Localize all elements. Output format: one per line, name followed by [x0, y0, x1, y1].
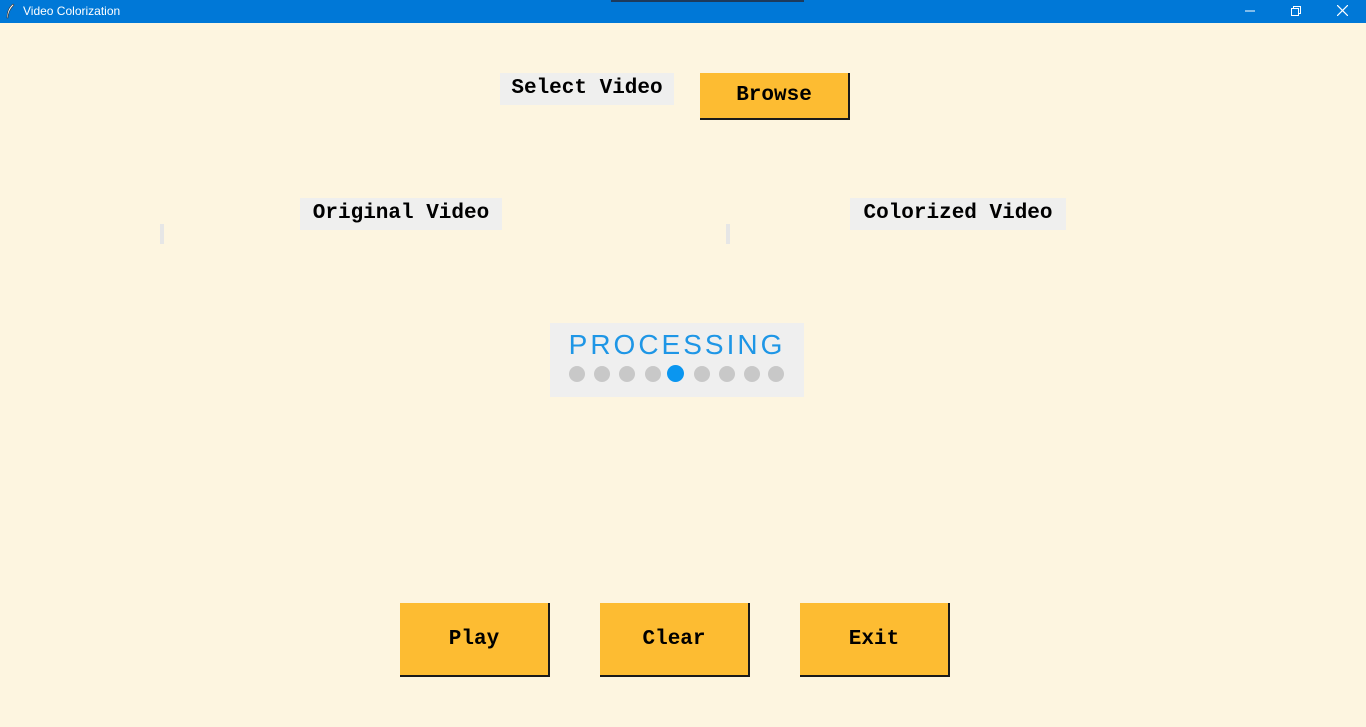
progress-dot [744, 366, 760, 382]
minimize-button[interactable] [1227, 0, 1273, 23]
exit-button[interactable]: Exit [800, 603, 950, 677]
original-video-label: Original Video [300, 198, 502, 230]
play-button[interactable]: Play [400, 603, 550, 677]
feather-icon [5, 3, 15, 19]
progress-dot [719, 366, 735, 382]
progress-dot [569, 366, 585, 382]
progress-dot [768, 366, 784, 382]
close-icon [1336, 4, 1348, 19]
minimize-icon [1245, 5, 1255, 19]
progress-dot [694, 366, 710, 382]
restore-button[interactable] [1273, 0, 1319, 23]
processing-text: PROCESSING [568, 329, 786, 360]
clear-button[interactable]: Clear [600, 603, 750, 677]
title-bar-accent [611, 0, 804, 2]
browse-button[interactable]: Browse [700, 73, 850, 120]
restore-icon [1291, 5, 1301, 19]
colorized-video-display [726, 224, 730, 244]
progress-dot-active [667, 365, 684, 382]
window-title: Video Colorization [23, 4, 121, 18]
progress-dot [619, 366, 635, 382]
colorized-video-label: Colorized Video [850, 198, 1066, 230]
select-video-label: Select Video [500, 73, 674, 105]
original-video-display [160, 224, 164, 244]
processing-indicator: PROCESSING [550, 323, 804, 397]
progress-dot [594, 366, 610, 382]
title-bar: Video Colorization [0, 0, 1366, 23]
close-button[interactable] [1319, 0, 1365, 23]
progress-dot [645, 366, 661, 382]
